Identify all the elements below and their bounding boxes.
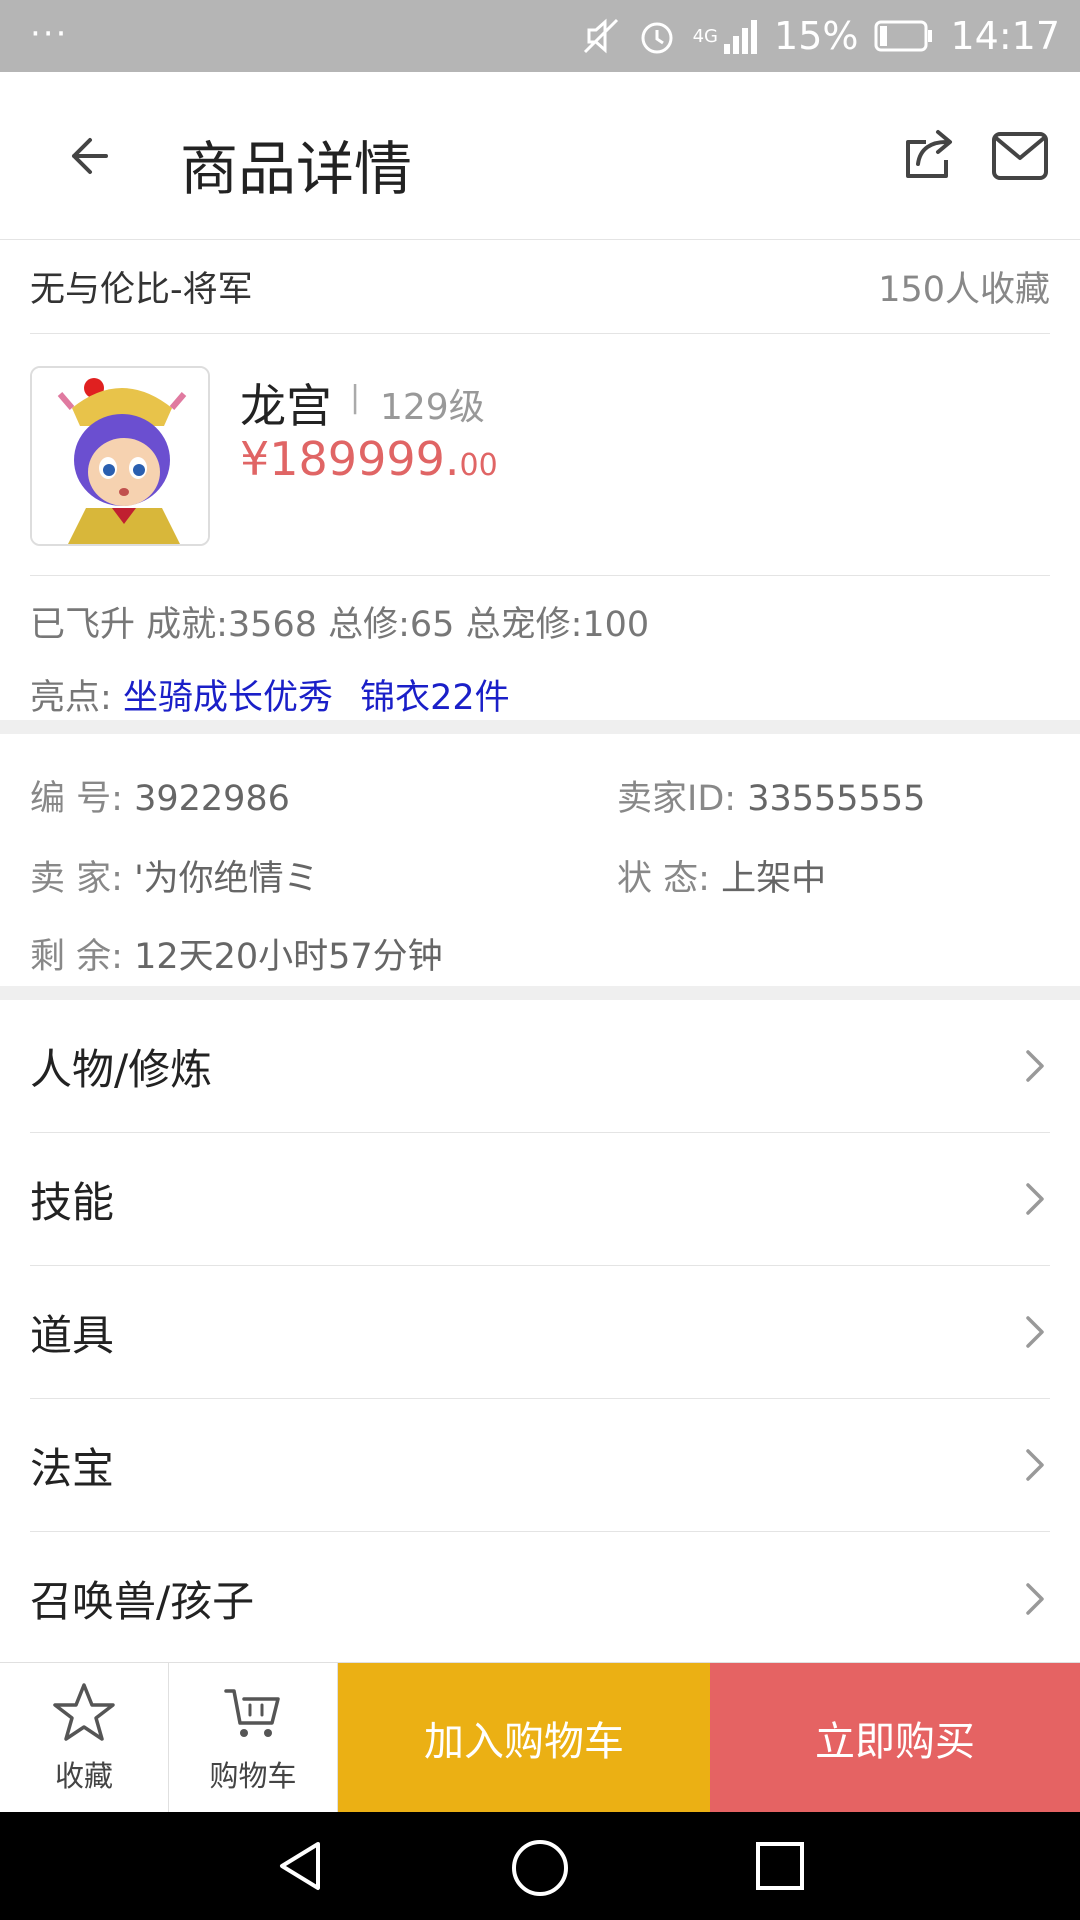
character-sect: 龙宫	[240, 379, 332, 433]
highlight-tag[interactable]: 坐骑成长优秀	[123, 678, 333, 718]
menu-item-items[interactable]: 道具	[30, 1266, 1050, 1399]
price-main: ¥189999.	[240, 432, 460, 486]
app-header: 商品详情	[0, 72, 1080, 240]
chevron-right-icon	[1026, 1582, 1044, 1615]
menu-item-label: 技能	[30, 1177, 115, 1227]
menu-item-label: 人物/修炼	[30, 1044, 213, 1094]
menu-item-character[interactable]: 人物/修炼	[30, 1000, 1050, 1133]
highlight-tag[interactable]: 锦衣22件	[360, 678, 510, 718]
chevron-right-icon	[1026, 1316, 1044, 1348]
divider: |	[350, 380, 361, 415]
section-divider	[0, 720, 1080, 734]
page-title: 商品详情	[180, 135, 413, 203]
menu-item-treasures[interactable]: 法宝	[30, 1399, 1050, 1532]
star-icon	[53, 1683, 115, 1741]
cart-label: 购物车	[209, 1759, 297, 1793]
listing-status: 状 态: 上架中	[617, 850, 826, 901]
menu-item-pets[interactable]: 召唤兽/孩子	[30, 1532, 1050, 1665]
chevron-right-icon	[1026, 1050, 1044, 1082]
system-navigation-bar	[0, 1812, 1080, 1920]
add-to-cart-button[interactable]: 加入购物车	[338, 1663, 710, 1812]
status-more-indicator: ···	[30, 14, 69, 54]
favorite-button[interactable]: 收藏	[0, 1663, 169, 1813]
listing-info: 编 号: 3922986 卖家ID: 33555555 卖 家: '为你绝情ミ …	[0, 734, 1080, 986]
favorite-label: 收藏	[54, 1759, 113, 1793]
menu-item-label: 召唤兽/孩子	[30, 1577, 255, 1626]
highlights-label: 亮点:	[30, 678, 112, 718]
chevron-right-icon	[1026, 1183, 1044, 1215]
buy-now-button[interactable]: 立即购买	[710, 1663, 1080, 1812]
product-name-row: 无与伦比-将军 150人收藏	[30, 240, 1050, 334]
nav-back-icon[interactable]	[272, 1838, 328, 1894]
status-bar: ··· 4G 15% 14:17	[0, 0, 1080, 72]
listing-id-label: 编 号:	[30, 779, 123, 819]
section-divider	[0, 986, 1080, 1000]
favorite-count: 150人收藏	[878, 270, 1050, 310]
character-summary: 已飞升 成就:3568 总修:65 总宠修:100 亮点: 坐骑成长优秀 锦衣2…	[30, 576, 1050, 720]
network-type: 4G	[692, 25, 719, 47]
seller: 卖 家: '为你绝情ミ	[30, 850, 319, 901]
seller-label: 卖 家:	[30, 859, 123, 899]
seller-id: 卖家ID: 33555555	[617, 770, 925, 821]
battery-icon	[874, 19, 934, 53]
nav-home-icon[interactable]	[510, 1838, 570, 1898]
remaining-label: 剩 余:	[30, 937, 123, 977]
clock: 14:17	[950, 14, 1060, 58]
share-icon[interactable]	[900, 124, 960, 184]
mute-icon	[581, 16, 621, 56]
detail-menu: 人物/修炼 技能 道具 法宝 召唤兽/孩子	[30, 1000, 1050, 1665]
menu-item-skills[interactable]: 技能	[30, 1133, 1050, 1266]
product-summary: 龙宫 | 129级 ¥189999.00	[30, 334, 1050, 576]
alarm-icon	[637, 16, 677, 56]
status-label: 状 态:	[617, 859, 710, 899]
listing-id: 编 号: 3922986	[30, 770, 290, 821]
price-cents: 00	[459, 448, 498, 483]
mail-icon[interactable]	[990, 130, 1050, 182]
battery-percent: 15%	[774, 14, 859, 58]
seller-id-label: 卖家ID:	[617, 779, 737, 819]
bottom-action-bar: 收藏 购物车 加入购物车 立即购买	[0, 1662, 1080, 1813]
remaining-value: 12天20小时57分钟	[134, 937, 443, 977]
product-name: 无与伦比-将军	[30, 270, 253, 310]
cart-icon	[224, 1689, 280, 1737]
back-arrow-icon[interactable]	[56, 126, 116, 186]
nav-recents-icon[interactable]	[752, 1838, 808, 1894]
highlights-row: 亮点: 坐骑成长优秀 锦衣22件	[30, 669, 1050, 720]
seller-value: '为你绝情ミ	[134, 859, 319, 899]
listing-id-value: 3922986	[134, 779, 290, 819]
character-avatar	[30, 366, 210, 546]
time-remaining: 剩 余: 12天20小时57分钟	[30, 928, 443, 979]
seller-id-value: 33555555	[747, 779, 926, 819]
menu-item-label: 道具	[30, 1310, 115, 1360]
menu-item-label: 法宝	[30, 1443, 115, 1493]
chevron-right-icon	[1026, 1449, 1044, 1481]
status-value: 上架中	[721, 859, 827, 899]
price: ¥189999.00	[240, 432, 498, 486]
signal-icon: 4G	[693, 16, 758, 56]
character-stats: 已飞升 成就:3568 总修:65 总宠修:100	[30, 605, 650, 645]
cart-button[interactable]: 购物车	[169, 1663, 338, 1813]
character-level: 129级	[380, 387, 485, 428]
